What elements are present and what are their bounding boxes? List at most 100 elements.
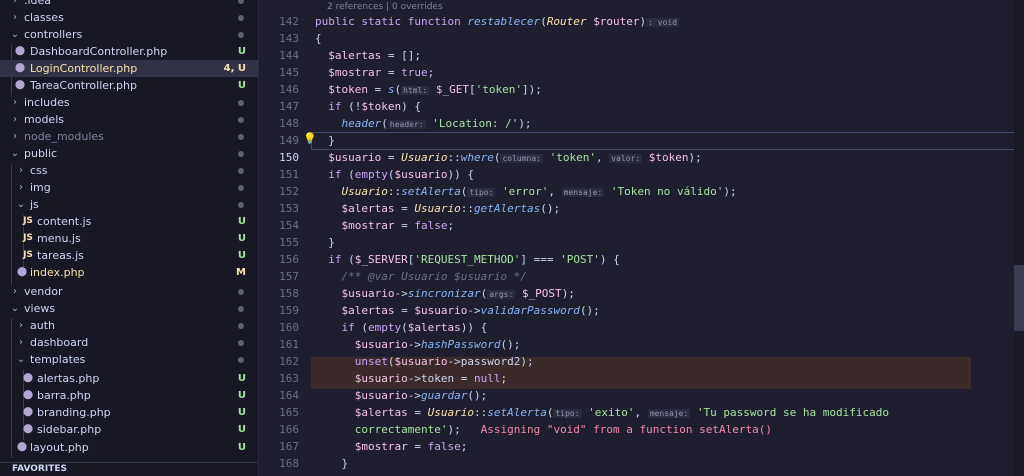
code-line: Usuario::setAlerta(tipo: 'error', mensaj…: [341, 185, 737, 198]
line-number: 149: [279, 134, 299, 147]
tree-item-tareacontroller[interactable]: ⬤ TareaController.php U: [0, 77, 258, 94]
line-number: 148: [279, 117, 299, 130]
tree-item-models[interactable]: › models: [0, 111, 258, 128]
tree-item-js[interactable]: ⌄ js: [0, 196, 258, 213]
code-line: $mostrar = true;: [328, 66, 435, 79]
line-number: 156: [279, 253, 299, 266]
code-line: unset($usuario->password2);: [354, 355, 534, 368]
line-number: 154: [279, 219, 299, 232]
line-number: 159: [279, 304, 299, 317]
line-number: 155: [279, 236, 299, 249]
tree-item-dashboardcontroller[interactable]: ⬤ DashboardController.php U: [0, 43, 258, 60]
chevron-right-icon: ›: [13, 131, 17, 142]
tree-item-auth[interactable]: › auth: [0, 317, 258, 334]
line-number: 147: [279, 100, 299, 113]
code-line: }: [315, 236, 335, 249]
status-dot: [238, 185, 244, 191]
code-line: public static function restablecer(Route…: [315, 15, 680, 28]
tree-item-barra-php[interactable]: ⬤ barra.php U: [0, 387, 258, 404]
tree-item-layout-php[interactable]: ⬤ layout.php U: [0, 439, 258, 456]
js-file-icon: JS: [23, 233, 33, 243]
code-line: if (empty($alertas)) {: [341, 321, 488, 334]
favorites-label: FAVORITES: [12, 464, 67, 474]
line-number: 168: [279, 457, 299, 470]
git-status-badge: U: [237, 233, 246, 244]
line-number: 166: [279, 423, 299, 436]
status-dot: [238, 151, 244, 157]
status-dot: [238, 289, 244, 295]
status-dot: [238, 323, 244, 329]
tree-item-content-js[interactable]: JS content.js U: [0, 213, 258, 230]
favorites-section-header[interactable]: FAVORITES: [0, 462, 258, 476]
tree-item-branding-php[interactable]: ⬤ branding.php U: [0, 404, 258, 421]
php-file-icon: ⬤: [16, 267, 28, 277]
git-status-badge: M: [236, 267, 246, 278]
chevron-right-icon: ›: [13, 97, 17, 108]
tree-item-templates[interactable]: ⌄ templates: [0, 351, 258, 368]
js-file-icon: JS: [23, 216, 33, 226]
code-line: $alertas = $usuario->validarPassword();: [341, 304, 600, 317]
scrollbar-thumb[interactable]: [1014, 265, 1024, 331]
tree-item-classes[interactable]: › classes: [0, 9, 258, 26]
tree-item-node-modules[interactable]: › node_modules: [0, 128, 258, 145]
line-number: 143: [279, 32, 299, 45]
php-file-icon: ⬤: [14, 46, 26, 56]
line-number: 152: [279, 185, 299, 198]
line-number: 142: [279, 15, 299, 28]
code-line: $usuario->hashPassword();: [354, 338, 521, 351]
git-status-badge: U: [237, 390, 246, 401]
file-explorer: › .idea › classes ⌄ controllers ⬤ Dashbo…: [0, 0, 259, 476]
status-dot: [238, 134, 244, 140]
code-line: {: [315, 32, 322, 45]
tree-item-public[interactable]: ⌄ public: [0, 145, 258, 162]
code-line-error-wrap: correctamente'); Assigning "void" from a…: [354, 423, 772, 436]
php-file-icon: ⬤: [22, 373, 34, 383]
line-number: 162: [279, 355, 299, 368]
php-file-icon: ⬤: [22, 407, 34, 417]
code-line: $usuario->guardar();: [354, 389, 488, 402]
line-number: 158: [279, 287, 299, 300]
codelens-references[interactable]: 2 references | 0 overrides: [327, 2, 443, 12]
line-number: 157: [279, 270, 299, 283]
editor-scrollbar[interactable]: [1014, 0, 1024, 476]
lightbulb-icon[interactable]: 💡: [303, 133, 317, 145]
tree-item-alertas-php[interactable]: ⬤ alertas.php U: [0, 370, 258, 387]
code-line: $alertas = Usuario::getAlertas();: [341, 202, 561, 215]
tree-item-menu-js[interactable]: JS menu.js U: [0, 230, 258, 247]
tree-item-logincontroller[interactable]: ⬤ LoginController.php 4, U: [0, 60, 258, 77]
code-line: $usuario = Usuario::where(columna: 'toke…: [328, 151, 702, 164]
status-dot: [238, 340, 244, 346]
status-dot: [238, 306, 244, 312]
tree-item-controllers[interactable]: ⌄ controllers: [0, 26, 258, 43]
git-status-badge: U: [237, 424, 246, 435]
tree-item-img[interactable]: › img: [0, 179, 258, 196]
tree-item-tareas-js[interactable]: JS tareas.js U: [0, 247, 258, 264]
code-editor[interactable]: 2 references | 0 overrides 💡 142 143 144…: [259, 0, 1024, 476]
tree-item-includes[interactable]: › includes: [0, 94, 258, 111]
git-status-badge: U: [237, 216, 246, 227]
code-line: $token = s(html: $_GET['token']);: [328, 83, 542, 96]
line-number: 153: [279, 202, 299, 215]
tree-item-sidebar-php[interactable]: ⬤ sidebar.php U: [0, 421, 258, 438]
chevron-right-icon: ›: [19, 337, 23, 348]
chevron-right-icon: ›: [19, 165, 23, 176]
tree-item-dashboard[interactable]: › dashboard: [0, 334, 258, 351]
code-line: $mostrar = false;: [341, 219, 455, 232]
chevron-right-icon: ›: [19, 182, 23, 193]
git-status-badge: U: [237, 80, 246, 91]
status-dot: [238, 15, 244, 21]
php-file-icon: ⬤: [22, 424, 34, 434]
tree-item-index-php[interactable]: ⬤ index.php M: [0, 264, 258, 281]
line-number: 164: [279, 389, 299, 402]
tree-item-vendor[interactable]: › vendor: [0, 283, 258, 300]
git-status-badge: U: [237, 46, 246, 57]
status-dot: [238, 357, 244, 363]
chevron-right-icon: ›: [13, 286, 17, 297]
tree-item-css[interactable]: › css: [0, 162, 258, 179]
code-line-error: $alertas = Usuario::setAlerta(tipo: 'exi…: [354, 406, 889, 419]
code-line: $usuario->sincronizar(args: $_POST);: [341, 287, 575, 300]
code-line: if (empty($usuario)) {: [328, 168, 474, 181]
status-dot: [238, 202, 244, 208]
tree-item-views[interactable]: ⌄ views: [0, 300, 258, 317]
tree-item-idea[interactable]: › .idea: [0, 0, 258, 9]
